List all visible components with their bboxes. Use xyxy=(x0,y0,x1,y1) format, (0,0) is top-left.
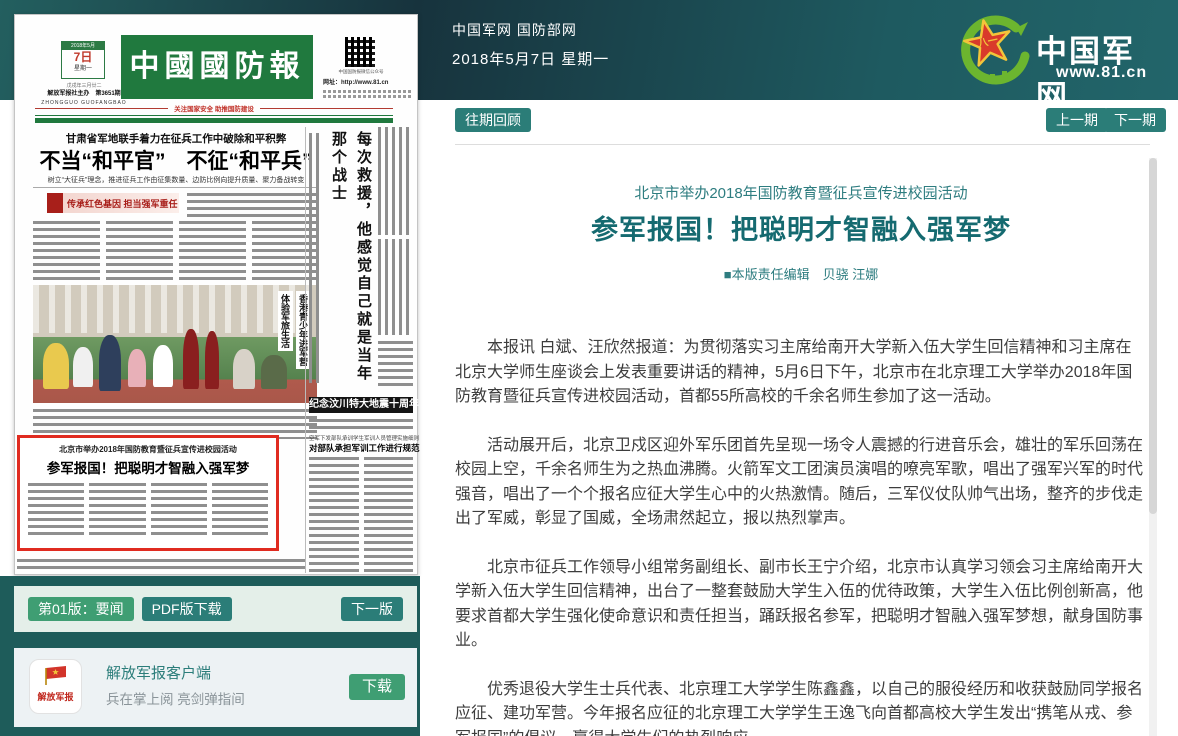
vertical-headline: 每次救援，他感觉自己就是当年那个战士 xyxy=(324,131,376,383)
download-button[interactable]: 下载 xyxy=(349,674,405,700)
article-kicker: 北京市举办2018年国防教育暨征兵宣传进校园活动 xyxy=(455,182,1147,203)
newsprint-vertical-text xyxy=(378,127,413,235)
lead-kicker: 甘肃省军地联手着力在征兵工作中破除和平积弊 xyxy=(33,131,319,146)
logo-url: www.81.cn xyxy=(1056,64,1147,82)
newspaper-photo: 香港青少年进军营体验军旅生活 xyxy=(33,285,317,403)
newspaper-masthead: 中國國防報 xyxy=(121,35,313,99)
jiefangjun-app-icon: 解放军报 xyxy=(29,659,82,714)
app-subtitle: 兵在掌上阅 亮剑弹指间 xyxy=(106,688,245,708)
sidebar-lower-panel: 第01版：要闻 PDF版下载 下一版 解放军报 解放军报客户端 兵在掌上阅 亮剑… xyxy=(0,576,420,736)
newsprint-vertical-text xyxy=(378,239,413,335)
newsprint-columns xyxy=(28,483,268,535)
column-divider xyxy=(305,127,306,573)
masthead-green-bar xyxy=(35,118,393,123)
newspaper-month: 2018年5月 xyxy=(62,42,104,50)
scrollbar-thumb[interactable] xyxy=(1149,158,1157,514)
masthead-rule xyxy=(35,115,393,116)
newsprint-columns xyxy=(33,221,319,283)
article-paragraph: 活动展开后，北京卫戍区迎外军乐团首先呈现一场令人震撼的行进音乐会，雄壮的军乐回荡… xyxy=(455,434,1147,532)
newsprint-vertical-text xyxy=(309,133,322,383)
red-theme-banner-text: 传承红色基因 担当强军重任 xyxy=(67,197,178,210)
newspaper-day: 7日 xyxy=(62,50,104,65)
article-title: 参军报国！把聪明才智融入强军梦 xyxy=(455,208,1147,247)
article-editor-line: ■本版责任编辑 贝骁 汪娜 xyxy=(455,264,1147,283)
right-article-kicker: 空军下发部队承训学生军训人员管理实施细则 xyxy=(309,434,413,442)
article-paragraph: 本报讯 白斌、汪欣然报道：为贯彻落实习主席给南开大学新入伍大学生回信精神和习主席… xyxy=(455,336,1147,410)
newspaper-right-section: 每次救援，他感觉自己就是当年那个战士 纪念汶川特大地震十周年 空军下发部队承训学… xyxy=(309,127,413,573)
logo-emblem-icon: 八一 xyxy=(952,12,1032,92)
next-issue-button[interactable]: 下一期 xyxy=(1104,108,1166,132)
newsprint-text-block xyxy=(17,559,305,572)
app-title[interactable]: 解放军报客户端 xyxy=(106,662,211,683)
pdf-download-button[interactable]: PDF版下载 xyxy=(142,597,232,621)
newsprint-text-block xyxy=(187,193,319,217)
newspaper-slogan-row: 关注国家安全 助推国防建设 xyxy=(35,103,393,113)
lead-headline: 不当“和平官” 不征“和平兵” xyxy=(33,145,319,175)
article-paragraph: 北京市征兵工作领导小组常务副组长、副市长王宁介绍，北京市认真学习领会习主席给南开… xyxy=(455,556,1147,654)
qr-code-icon xyxy=(345,37,375,67)
newspaper-contact: 网址：http://www.81.cn xyxy=(323,79,411,98)
prev-issue-button[interactable]: 上一期 xyxy=(1046,108,1108,132)
site-logo[interactable]: 八一 中国军网 www.81.cn xyxy=(952,10,1162,90)
highlighted-article-box[interactable]: 北京市举办2018年国防教育暨征兵宣传进校园活动 参军报国！把聪明才智融入强军梦 xyxy=(17,435,279,551)
newspaper-page-preview[interactable]: 2018年5月 7日 星期一 戊戌年三月廿二 解放军报社主办 第3651期 ZH… xyxy=(14,14,418,575)
page: 中国军网 国防部网 2018年5月7日 星期一 八一 中国军网 www.81.c… xyxy=(0,0,1178,736)
next-edition-button[interactable]: 下一版 xyxy=(341,597,403,621)
qr-label: 中国国防报微信公众号 xyxy=(333,69,389,75)
memorial-banner: 纪念汶川特大地震十周年 xyxy=(309,397,413,413)
header-date: 2018年5月7日 星期一 xyxy=(452,48,609,69)
newspaper-website: 网址：http://www.81.cn xyxy=(323,79,411,88)
right-article-headline: 对部队承担军训工作进行规范 xyxy=(309,442,413,454)
lead-subhead: 树立“大征兵”理念，推进征兵工作由征集数量、边防比例向提升质量、聚力备战转变 xyxy=(33,175,319,185)
newsprint-columns xyxy=(309,457,413,573)
app-promo-card: 解放军报 解放军报客户端 兵在掌上阅 亮剑弹指间 下载 xyxy=(14,648,417,727)
boxed-headline: 参军报国！把聪明才智融入强军梦 xyxy=(20,457,276,477)
edition-label-button[interactable]: 第01版：要闻 xyxy=(28,597,134,621)
boxed-kicker: 北京市举办2018年国防教育暨征兵宣传进校园活动 xyxy=(20,444,276,455)
toolbar-divider xyxy=(455,144,1150,145)
article-body: 本报讯 白斌、汪欣然报道：为贯彻落实习主席给南开大学新入伍大学生回信精神和习主席… xyxy=(455,336,1147,736)
newspaper-main-section: 甘肃省军地联手着力在征兵工作中破除和平积弊 不当“和平官” 不征“和平兵” 树立… xyxy=(33,127,319,443)
newspaper-date-block: 2018年5月 7日 星期一 xyxy=(61,41,105,79)
article-paragraph: 优秀退役大学生士兵代表、北京理工大学学生陈鑫鑫，以自己的服役经历和收获鼓励同学报… xyxy=(455,678,1147,736)
scrollbar-track[interactable] xyxy=(1149,158,1157,736)
app-icon-text: 解放军报 xyxy=(30,692,81,702)
newsprint-text-block xyxy=(378,341,413,389)
site-links[interactable]: 中国军网 国防部网 xyxy=(452,20,577,40)
newspaper-weekday: 星期一 xyxy=(62,65,104,74)
past-issues-button[interactable]: 往期回顾 xyxy=(455,108,531,132)
edition-nav-bar: 第01版：要闻 PDF版下载 下一版 xyxy=(14,586,417,632)
newsprint-text-block xyxy=(309,419,413,431)
newspaper-slogan: 关注国家安全 助推国防建设 xyxy=(174,103,254,113)
red-theme-banner: 传承红色基因 担当强军重任 xyxy=(47,193,179,213)
